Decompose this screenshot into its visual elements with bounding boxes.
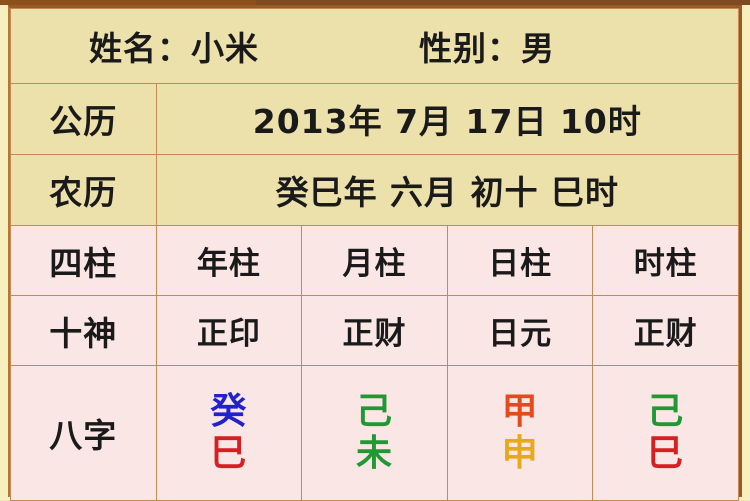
- ten-god-month: 正财: [301, 295, 448, 366]
- table-row-ten-gods: 十神 正印 正财 日元 正财: [10, 295, 739, 366]
- bazi-hour-branch: 巳: [647, 433, 685, 474]
- solar-date-label: 公历: [10, 83, 157, 155]
- person-gender-field: 性别：男: [419, 29, 555, 68]
- bazi-month-branch: 未: [355, 433, 393, 474]
- pillar-hour-header: 时柱: [592, 225, 739, 296]
- bazi-month-column: 己 未: [301, 365, 448, 501]
- table-row-four-pillars: 四柱 年柱 月柱 日柱 时柱: [10, 225, 739, 296]
- bazi-table: 姓名：小米 性别：男 公历 2013年 7月 17日 10时 农历 癸巳年 六月…: [10, 8, 740, 501]
- pillar-month-header: 月柱: [301, 225, 448, 296]
- solar-date-value: 2013年 7月 17日 10时: [155, 83, 740, 155]
- ten-god-hour: 正财: [592, 295, 739, 366]
- bazi-month-stem: 己: [355, 390, 393, 432]
- lunar-date-value: 癸巳年 六月 初十 巳时: [155, 154, 740, 226]
- person-name-field: 姓名：小米: [89, 29, 259, 68]
- ten-god-day: 日元: [446, 295, 594, 366]
- table-row-bazi-characters: 八字 癸 巳 己 未 甲 申 己 巳: [10, 365, 739, 501]
- bazi-chart-app: 姓名：小米 性别：男 公历 2013年 7月 17日 10时 农历 癸巳年 六月…: [0, 0, 750, 501]
- lunar-date-label: 农历: [10, 154, 157, 226]
- bazi-label: 八字: [10, 365, 157, 501]
- person-info-cell: 姓名：小米 性别：男: [10, 8, 739, 84]
- bazi-sheet: 姓名：小米 性别：男 公历 2013年 7月 17日 10时 农历 癸巳年 六月…: [8, 5, 742, 501]
- bazi-day-branch: 申: [501, 433, 539, 474]
- pillar-day-header: 日柱: [446, 225, 594, 296]
- table-row-header: 姓名：小米 性别：男: [10, 8, 739, 84]
- bazi-day-column: 甲 申: [446, 365, 594, 501]
- table-row-lunar-date: 农历 癸巳年 六月 初十 巳时: [10, 154, 740, 226]
- bazi-hour-column: 己 巳: [592, 365, 739, 501]
- bazi-day-stem: 甲: [501, 390, 539, 432]
- ten-god-year: 正印: [155, 295, 303, 366]
- bazi-year-branch: 巳: [210, 433, 248, 474]
- four-pillars-label: 四柱: [10, 225, 157, 296]
- bazi-year-column: 癸 巳: [155, 365, 303, 501]
- bazi-year-stem: 癸: [210, 390, 248, 432]
- ten-gods-label: 十神: [10, 295, 157, 366]
- bazi-hour-stem: 己: [647, 390, 685, 432]
- table-row-solar-date: 公历 2013年 7月 17日 10时: [10, 83, 740, 155]
- pillar-year-header: 年柱: [155, 225, 303, 296]
